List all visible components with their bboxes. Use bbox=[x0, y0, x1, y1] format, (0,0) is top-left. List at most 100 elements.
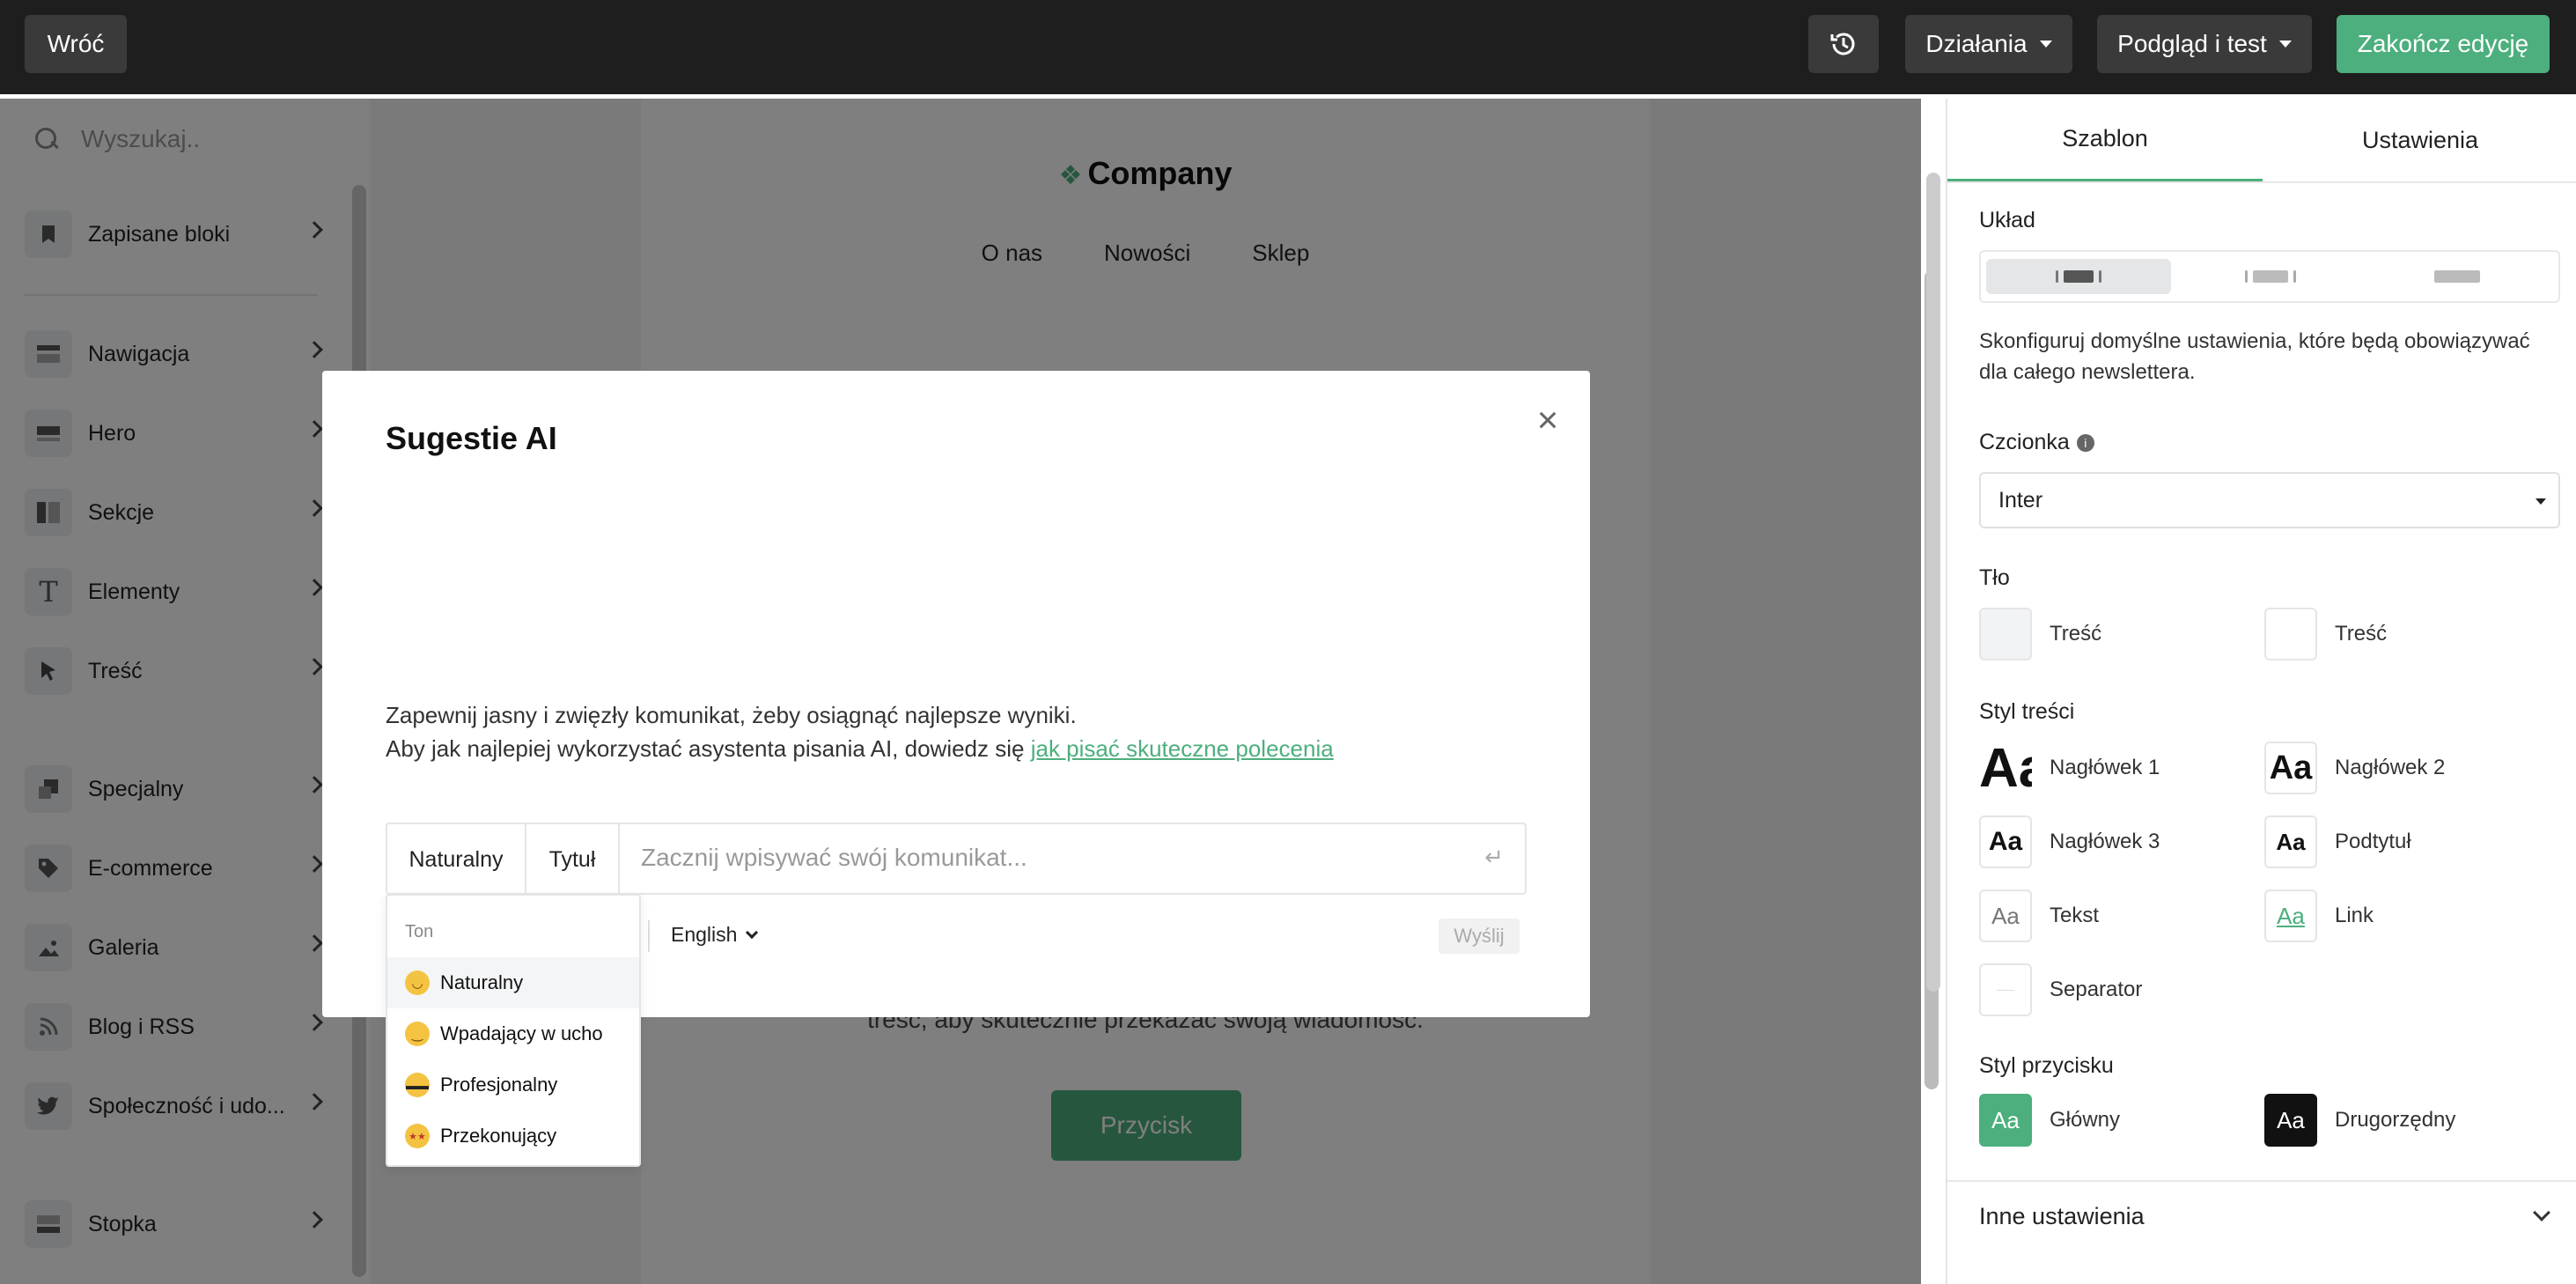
prompt-guide-link[interactable]: jak pisać skuteczne polecenia bbox=[1031, 735, 1334, 762]
type-chip-label: Tytuł bbox=[548, 846, 596, 872]
modal-title: Sugestie AI bbox=[386, 420, 557, 456]
style-sample: Aa bbox=[1979, 742, 2032, 794]
top-bar: Wróć Działania Podgląd i test Zakończ ed… bbox=[0, 0, 2576, 97]
tab-settings[interactable]: Ustawienia bbox=[2263, 99, 2576, 181]
preview-label: Podgląd i test bbox=[2117, 30, 2267, 57]
style-label: Podtytuł bbox=[2335, 830, 2411, 853]
layout-option-centered[interactable] bbox=[1986, 259, 2171, 294]
prompt-box: Naturalny Tytuł Zacznij wpisywać swój ko… bbox=[386, 823, 1527, 895]
style-link[interactable]: Aa Link bbox=[2264, 889, 2374, 942]
style-label: Nagłówek 1 bbox=[2050, 756, 2160, 779]
back-button[interactable]: Wróć bbox=[25, 15, 127, 73]
hint-line: Zapewnij jasny i zwięzły komunikat, żeby… bbox=[386, 702, 1077, 728]
bg-swatch-content[interactable]: Treść bbox=[2264, 608, 2387, 660]
settings-panel: Szablon Ustawienia Układ Skonfiguruj dom… bbox=[1946, 99, 2576, 1284]
send-label: Wyślij bbox=[1454, 925, 1505, 947]
style-sample: Aa bbox=[1979, 889, 2032, 942]
button-sample: Aa bbox=[2264, 1094, 2317, 1147]
tone-dropdown: Ton ◡ Naturalny ‿ Wpadający w ucho ▬▬ Profe… bbox=[386, 894, 641, 1167]
tone-header: Ton bbox=[405, 922, 434, 941]
style-sample: Aa bbox=[1979, 815, 2032, 868]
swatch-label: Treść bbox=[2050, 622, 2102, 646]
divider bbox=[1947, 1180, 2576, 1182]
style-heading-3[interactable]: Aa Nagłówek 3 bbox=[1979, 815, 2160, 868]
finish-label: Zakończ edycję bbox=[2357, 30, 2529, 57]
font-label-row: Czcionka i bbox=[1979, 430, 2094, 455]
chevron-down-icon[interactable] bbox=[2533, 1204, 2550, 1221]
bg-swatch-outer[interactable]: Treść bbox=[1979, 608, 2101, 660]
color-swatch bbox=[2264, 608, 2317, 660]
back-button-label: Wróć bbox=[47, 30, 105, 57]
style-text[interactable]: Aa Tekst bbox=[1979, 889, 2099, 942]
style-label: Separator bbox=[2050, 978, 2143, 1001]
history-button[interactable] bbox=[1808, 15, 1879, 73]
style-label: Nagłówek 2 bbox=[2335, 756, 2446, 779]
tone-option-label: Profesjonalny bbox=[440, 1074, 558, 1096]
button-style-label: Styl przycisku bbox=[1979, 1053, 2114, 1078]
actions-label: Działania bbox=[1925, 30, 2028, 57]
content-style-label: Styl treści bbox=[1979, 699, 2075, 724]
tone-option-persuasive[interactable]: ★★ Przekonujący bbox=[387, 1111, 639, 1162]
tab-template[interactable]: Szablon bbox=[1947, 99, 2263, 181]
type-chip[interactable]: Tytuł bbox=[526, 824, 620, 895]
font-select[interactable]: Inter bbox=[1979, 472, 2560, 528]
color-swatch bbox=[1979, 608, 2032, 660]
style-label: Tekst bbox=[2050, 904, 2100, 927]
sunglasses-emoji-icon: ▬▬ bbox=[405, 1073, 430, 1097]
tone-option-natural[interactable]: ◡ Naturalny bbox=[387, 957, 639, 1008]
button-style-primary[interactable]: Aa Główny bbox=[1979, 1094, 2120, 1147]
close-icon[interactable]: × bbox=[1532, 402, 1564, 439]
style-label: Link bbox=[2335, 904, 2374, 927]
history-icon bbox=[1830, 33, 1855, 55]
preview-dropdown[interactable]: Podgląd i test bbox=[2097, 15, 2312, 73]
layout-option-full[interactable] bbox=[2365, 259, 2550, 294]
smile-emoji-icon: ◡ bbox=[405, 970, 430, 995]
tone-option-label: Wpadający w ucho bbox=[440, 1022, 603, 1044]
caret-down-icon bbox=[2039, 41, 2052, 48]
finish-editing-button[interactable]: Zakończ edycję bbox=[2337, 15, 2550, 73]
font-label: Czcionka bbox=[1979, 430, 2070, 454]
tab-label: Szablon bbox=[2062, 125, 2148, 151]
button-sample: Aa bbox=[1979, 1094, 2032, 1147]
style-sample: Aa bbox=[2264, 889, 2317, 942]
button-style-secondary[interactable]: Aa Drugorzędny bbox=[2264, 1094, 2455, 1147]
actions-dropdown[interactable]: Działania bbox=[1905, 15, 2072, 73]
settings-description: Skonfiguruj domyślne ustawienia, które b… bbox=[1979, 329, 2530, 384]
hint-text: Aby jak najlepiej wykorzystać asystenta … bbox=[386, 735, 1031, 762]
swatch-label: Treść bbox=[2335, 622, 2388, 646]
style-heading-1[interactable]: Aa Nagłówek 1 bbox=[1979, 742, 2160, 794]
style-separator[interactable]: Separator bbox=[1979, 963, 2142, 1016]
layout-label: Układ bbox=[1979, 208, 2035, 232]
tone-option-professional[interactable]: ▬▬ Profesjonalny bbox=[387, 1059, 639, 1111]
style-sample: Aa bbox=[2264, 742, 2317, 794]
smirk-emoji-icon: ‿ bbox=[405, 1022, 430, 1046]
tone-option-catchy[interactable]: ‿ Wpadający w ucho bbox=[387, 1008, 639, 1059]
button-style-name: Główny bbox=[2050, 1108, 2121, 1132]
tab-label: Ustawienia bbox=[2361, 126, 2479, 153]
tone-option-label: Naturalny bbox=[440, 971, 524, 993]
right-scrollbar[interactable] bbox=[1926, 173, 1940, 992]
tone-chip-label: Naturalny bbox=[408, 846, 504, 872]
style-subtitle[interactable]: Aa Podtytuł bbox=[2264, 815, 2411, 868]
send-button[interactable]: Wyślij bbox=[1439, 919, 1520, 954]
modal-hint: Zapewnij jasny i zwięzły komunikat, żeby… bbox=[386, 698, 1334, 765]
star-eyes-emoji-icon: ★★ bbox=[405, 1124, 430, 1148]
style-heading-2[interactable]: Aa Nagłówek 2 bbox=[2264, 742, 2445, 794]
info-icon[interactable]: i bbox=[2076, 434, 2094, 453]
style-sample: Aa bbox=[2264, 815, 2317, 868]
enter-icon: ↵ bbox=[1484, 844, 1504, 870]
separator-sample bbox=[1979, 963, 2032, 1016]
tabs-divider bbox=[1947, 181, 2576, 183]
tone-chip[interactable]: Naturalny bbox=[387, 824, 526, 895]
other-settings-toggle[interactable]: Inne ustawienia bbox=[1979, 1203, 2145, 1230]
hint-line: Aby jak najlepiej wykorzystać asystenta … bbox=[386, 732, 1334, 765]
layout-option-wide[interactable] bbox=[2178, 259, 2363, 294]
background-label: Tło bbox=[1979, 565, 2010, 590]
font-select-value: Inter bbox=[1998, 487, 2043, 513]
layout-selector bbox=[1979, 250, 2560, 303]
tone-option-label: Przekonujący bbox=[440, 1125, 557, 1147]
style-label: Nagłówek 3 bbox=[2050, 830, 2160, 853]
prompt-input[interactable]: Zacznij wpisywać swój komunikat... bbox=[641, 844, 1027, 872]
language-select[interactable]: English bbox=[671, 923, 759, 947]
divider bbox=[648, 920, 650, 952]
